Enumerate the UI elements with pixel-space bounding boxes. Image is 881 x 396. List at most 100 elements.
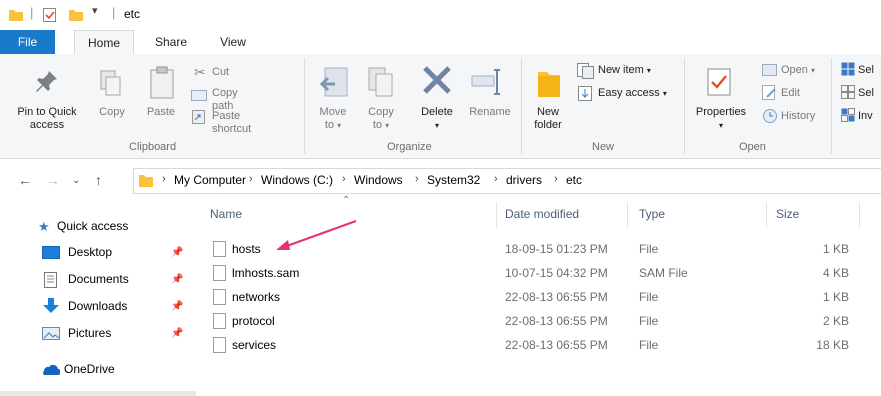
column-header-date[interactable]: Date modified (505, 207, 579, 221)
nav-downloads[interactable]: Downloads (68, 296, 127, 316)
copy-button[interactable]: Copy (98, 106, 126, 119)
properties-icon (707, 68, 733, 103)
paste-shortcut-button[interactable]: Paste shortcut (212, 110, 251, 136)
edit-button[interactable]: Edit (781, 87, 800, 100)
tab-home[interactable]: Home (74, 30, 134, 56)
rename-button[interactable]: Rename (465, 106, 515, 119)
cut-button[interactable]: Cut (212, 66, 229, 79)
pin-icon[interactable]: 📌 (171, 301, 183, 312)
delete-button[interactable]: Delete ▾ (413, 106, 461, 132)
column-divider[interactable] (496, 202, 497, 228)
star-icon: ★ (38, 219, 50, 234)
breadcrumb-etc[interactable]: etc (566, 173, 582, 187)
pin-icon (34, 68, 60, 99)
properties-label: Properties (695, 106, 747, 118)
new-folder-quick-icon[interactable] (68, 7, 84, 28)
breadcrumb-chevron-icon: › (554, 173, 558, 185)
breadcrumb-chevron-icon: › (415, 173, 419, 185)
nav-quick-access[interactable]: Quick access (57, 216, 128, 236)
copy-to-button[interactable]: Copy to ▾ (361, 106, 401, 132)
nav-documents[interactable]: Documents (68, 269, 129, 289)
new-group-label: New (592, 141, 615, 153)
history-button[interactable]: History (781, 110, 815, 123)
easy-access-button[interactable]: Easy access ▾ (598, 87, 667, 100)
invert-selection-button[interactable]: Inv (858, 110, 873, 123)
paste-button[interactable]: Paste (144, 106, 178, 119)
column-divider[interactable] (859, 202, 860, 228)
file-type: File (639, 338, 659, 352)
file-size: 18 KB (816, 338, 849, 352)
table-row[interactable]: networks 22-08-13 06:55 PM File 1 KB (206, 286, 861, 306)
column-header-type[interactable]: Type (639, 207, 665, 221)
breadcrumb-windows[interactable]: Windows (354, 173, 403, 187)
pin-icon[interactable]: 📌 (171, 274, 183, 285)
pin-label-line1: Pin to Quick (17, 106, 77, 118)
file-date: 18-09-15 01:23 PM (505, 242, 608, 256)
ribbon-tabs: File Home Share View (0, 30, 881, 56)
tab-view[interactable]: View (208, 30, 258, 54)
column-header-size[interactable]: Size (776, 207, 799, 221)
pin-icon[interactable]: 📌 (171, 247, 183, 258)
table-row[interactable]: protocol 22-08-13 06:55 PM File 2 KB (206, 310, 861, 330)
file-name: services (232, 338, 277, 352)
breadcrumb-chevron-icon: › (249, 173, 253, 185)
nav-pictures[interactable]: Pictures (68, 323, 111, 343)
nav-desktop[interactable]: Desktop (68, 242, 112, 262)
delete-icon (421, 64, 453, 101)
select-all-icon (841, 62, 855, 81)
ribbon: Pin to Quick access Copy Paste ✂ Cut Cop… (0, 54, 881, 159)
select-none-button[interactable]: Sel (858, 87, 874, 100)
address-bar[interactable]: › My Computer › Windows (C:) › Windows ›… (133, 168, 881, 194)
properties-button[interactable]: Properties ▾ (689, 106, 753, 132)
customize-toolbar-icon[interactable]: ▾ (92, 4, 98, 17)
up-arrow-icon[interactable]: ↑ (95, 172, 102, 188)
window-title: etc (124, 7, 141, 21)
file-date: 22-08-13 06:55 PM (505, 338, 608, 352)
new-folder-label1: New (536, 106, 559, 118)
move-to-button[interactable]: Move to ▾ (313, 106, 353, 132)
open-group-label: Open (739, 141, 766, 153)
history-icon (762, 108, 778, 129)
table-row[interactable]: services 22-08-13 06:55 PM File 18 KB (206, 334, 861, 354)
easy-access-label: Easy access (598, 87, 660, 99)
file-type: SAM File (639, 266, 688, 280)
open-label: Open (781, 64, 808, 76)
back-arrow-icon[interactable]: ← (18, 172, 32, 188)
file-name: hosts (232, 242, 261, 256)
breadcrumb-my-computer[interactable]: My Computer (174, 173, 246, 187)
recent-locations-icon[interactable]: ⌄ (72, 175, 80, 186)
table-row[interactable]: lmhosts.sam 10-07-15 04:32 PM SAM File 4… (206, 262, 861, 282)
breadcrumb-chevron-icon: › (494, 173, 498, 185)
title-bar: | ▾ | etc (0, 0, 881, 30)
desktop-icon (42, 246, 60, 264)
select-all-button[interactable]: Sel (858, 64, 874, 77)
column-header-name[interactable]: Name (210, 207, 242, 221)
nav-onedrive[interactable]: OneDrive (64, 359, 115, 379)
nav-pane-scrollbar[interactable] (0, 391, 196, 396)
breadcrumb-drivers[interactable]: drivers (506, 173, 542, 187)
pin-icon[interactable]: 📌 (171, 328, 183, 339)
pin-to-quick-access-button[interactable]: Pin to Quick access (14, 106, 80, 132)
new-item-button[interactable]: New item ▾ (598, 64, 651, 77)
tab-file[interactable]: File (0, 30, 55, 54)
file-type: File (639, 290, 659, 304)
forward-arrow-icon[interactable]: → (46, 172, 60, 188)
new-item-label: New item (598, 64, 644, 76)
breadcrumb-windows-c[interactable]: Windows (C:) (261, 173, 333, 187)
new-folder-button[interactable]: New folder (528, 106, 568, 132)
column-divider[interactable] (627, 202, 628, 228)
file-size: 1 KB (822, 290, 849, 304)
file-icon (213, 265, 226, 281)
sort-ascending-icon: ⌃ (342, 195, 351, 206)
file-date: 10-07-15 04:32 PM (505, 266, 608, 280)
breadcrumb-system32[interactable]: System32 (427, 173, 480, 187)
properties-quick-icon[interactable] (42, 7, 58, 28)
copy-to-label1: Copy (368, 106, 394, 118)
navigation-bar: ← → ⌄ ↑ › My Computer › Windows (C:) › W… (0, 160, 881, 200)
tab-share[interactable]: Share (146, 30, 196, 54)
folder-icon (8, 7, 24, 28)
open-icon (762, 62, 778, 83)
open-button[interactable]: Open ▾ (781, 64, 815, 77)
column-divider[interactable] (766, 202, 767, 228)
annotation-arrow-icon (276, 220, 357, 250)
